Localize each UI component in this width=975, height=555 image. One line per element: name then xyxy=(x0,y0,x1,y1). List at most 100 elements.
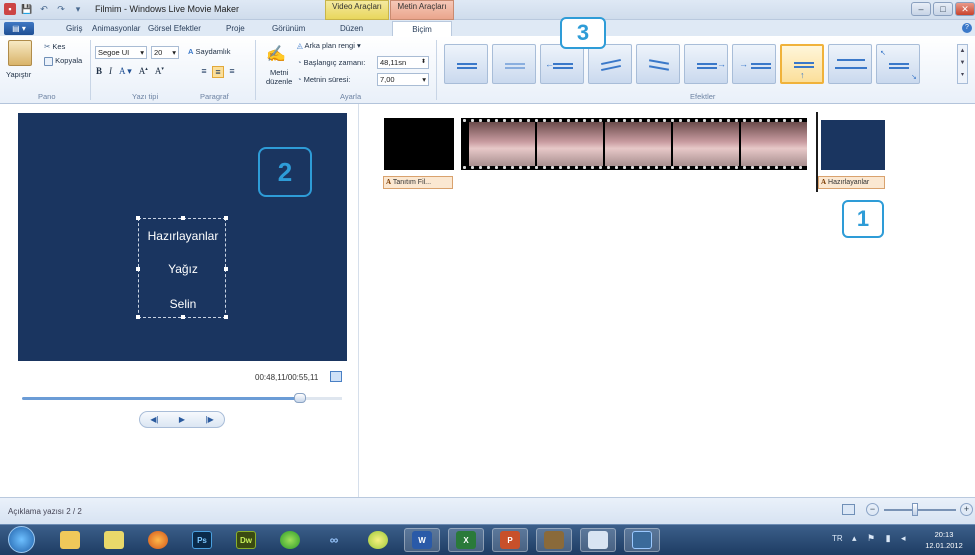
start-time-input[interactable]: 48,11sn ⬍ xyxy=(377,56,429,69)
caption-textbox[interactable]: Hazırlayanlar Yağız Selin xyxy=(136,216,228,319)
minimize-button[interactable]: – xyxy=(911,2,931,16)
tab-home[interactable]: Giriş xyxy=(66,22,82,36)
taskbar-paint-app[interactable] xyxy=(580,528,616,552)
resize-handle[interactable] xyxy=(224,315,228,319)
start-button[interactable] xyxy=(8,526,35,553)
seek-bar-remaining[interactable] xyxy=(300,397,342,400)
effect-zoom-out[interactable] xyxy=(828,44,872,84)
effect-enter-right[interactable]: → xyxy=(732,44,776,84)
save-icon[interactable]: 💾 xyxy=(21,3,33,15)
taskbar-messenger[interactable] xyxy=(272,528,308,552)
effect-swing[interactable] xyxy=(588,44,632,84)
background-color-button[interactable]: ◬ Arka plan rengi ▾ xyxy=(297,41,361,50)
align-center-icon[interactable]: ≡ xyxy=(212,66,224,78)
font-size-select[interactable]: 20 ▾ xyxy=(151,46,179,59)
system-tray-icons[interactable]: ▴ ⚑ ▮ ◂ xyxy=(852,533,910,544)
taskbar-app[interactable] xyxy=(96,528,132,552)
bold-icon[interactable]: B xyxy=(96,66,102,77)
close-button[interactable]: ✕ xyxy=(955,2,975,16)
language-indicator[interactable]: TR xyxy=(832,534,843,543)
taskbar-word[interactable]: W xyxy=(404,528,440,552)
caption-chip-intro[interactable]: A Tanıtım Fil... xyxy=(383,176,453,189)
effect-expand[interactable]: ↖ ↘ xyxy=(876,44,920,84)
maximize-button[interactable]: □ xyxy=(933,2,953,16)
zoom-out-button[interactable]: − xyxy=(866,503,879,516)
sprocket-hole xyxy=(535,119,538,122)
resize-handle[interactable] xyxy=(181,216,185,220)
taskbar-powerpoint[interactable]: P xyxy=(492,528,528,552)
tab-edit[interactable]: Düzen xyxy=(340,22,363,36)
transparency-button[interactable]: A Saydamlık xyxy=(188,47,231,56)
italic-icon[interactable]: I xyxy=(109,66,112,77)
edit-text-icon[interactable]: ✍ xyxy=(266,44,286,64)
quick-access-toolbar: ▪ 💾 ↶ ↷ ▾ xyxy=(4,3,84,15)
undo-icon[interactable]: ↶ xyxy=(38,3,50,15)
next-frame-icon[interactable]: |▶ xyxy=(206,415,214,424)
font-family-select[interactable]: Segoe UI ▾ xyxy=(95,46,147,59)
file-menu-button[interactable]: ▤ ▾ xyxy=(4,22,34,35)
previous-frame-icon[interactable]: ◀| xyxy=(150,415,158,424)
app-menu-icon[interactable]: ▪ xyxy=(4,3,16,15)
sprocket-hole xyxy=(743,119,746,122)
seek-bar[interactable] xyxy=(22,397,300,400)
tab-animations[interactable]: Animasyonlar xyxy=(92,22,140,36)
duration-select[interactable]: 7,00 ▾ xyxy=(377,73,429,86)
shrink-font-icon[interactable]: A▾ xyxy=(155,66,164,77)
caption-chip-credits[interactable]: A Hazırlayanlar xyxy=(818,176,885,189)
effect-fade[interactable] xyxy=(492,44,536,84)
video-clip[interactable] xyxy=(461,118,807,170)
fullscreen-icon[interactable] xyxy=(330,371,342,382)
taskbar-access[interactable] xyxy=(536,528,572,552)
tab-format[interactable]: Biçim xyxy=(392,21,452,37)
sprocket-hole xyxy=(583,119,586,122)
taskbar-paint[interactable] xyxy=(360,528,396,552)
edit-text-button[interactable]: Metni düzenle xyxy=(266,68,292,86)
taskbar-excel[interactable]: X xyxy=(448,528,484,552)
clock[interactable]: 20:13 12.01.2012 xyxy=(918,529,970,551)
sprocket-hole xyxy=(591,119,594,122)
effect-fly-right[interactable]: → xyxy=(684,44,728,84)
paste-button-label[interactable]: Yapıştır xyxy=(6,70,31,79)
sprocket-hole xyxy=(655,166,658,169)
resize-handle[interactable] xyxy=(136,216,140,220)
effects-scroll[interactable]: ▲ ▼ ▾ xyxy=(957,44,968,84)
redo-icon[interactable]: ↷ xyxy=(55,3,67,15)
sprocket-hole xyxy=(519,166,522,169)
taskbar-dreamweaver[interactable]: Dw xyxy=(228,528,264,552)
help-icon[interactable]: ? xyxy=(962,23,972,33)
resize-handle[interactable] xyxy=(181,315,185,319)
zoom-slider-track[interactable] xyxy=(884,509,956,511)
play-icon[interactable]: ▶ xyxy=(179,415,185,424)
effect-fly-left[interactable]: ← xyxy=(540,44,584,84)
cut-button[interactable]: ✂ Kes xyxy=(44,42,65,51)
thumbnail-size-icon[interactable] xyxy=(842,504,855,515)
paste-icon[interactable] xyxy=(8,40,32,66)
font-color-icon[interactable]: A ▾ xyxy=(119,66,132,77)
effect-scroll-up[interactable]: ↑ xyxy=(780,44,824,84)
tab-visual-effects[interactable]: Görsel Efektler xyxy=(148,22,201,36)
align-left-icon[interactable]: ≡ xyxy=(198,66,210,78)
title-clip[interactable] xyxy=(384,118,454,170)
resize-handle[interactable] xyxy=(136,315,140,319)
tab-project[interactable]: Proje xyxy=(226,22,245,36)
tab-view[interactable]: Görünüm xyxy=(272,22,305,36)
align-right-icon[interactable]: ≡ xyxy=(226,66,238,78)
sprocket-hole xyxy=(527,119,530,122)
taskbar-photoshop[interactable]: Ps xyxy=(184,528,220,552)
resize-handle[interactable] xyxy=(224,216,228,220)
grow-font-icon[interactable]: A▴ xyxy=(139,66,148,77)
effect-none[interactable] xyxy=(444,44,488,84)
taskbar-movie-maker[interactable] xyxy=(624,528,660,552)
sprocket-hole xyxy=(647,166,650,169)
seek-thumb[interactable] xyxy=(294,393,306,403)
effect-slide-down[interactable] xyxy=(636,44,680,84)
zoom-in-button[interactable]: + xyxy=(960,503,973,516)
taskbar-movie-app[interactable]: ∞ xyxy=(316,528,352,552)
credits-clip[interactable] xyxy=(821,120,885,170)
zoom-slider-thumb[interactable] xyxy=(912,503,918,516)
taskbar-explorer[interactable] xyxy=(52,528,88,552)
customize-qat-icon[interactable]: ▾ xyxy=(72,3,84,15)
taskbar-firefox[interactable] xyxy=(140,528,176,552)
copy-button[interactable]: Kopyala xyxy=(44,56,82,66)
sprocket-hole xyxy=(495,119,498,122)
